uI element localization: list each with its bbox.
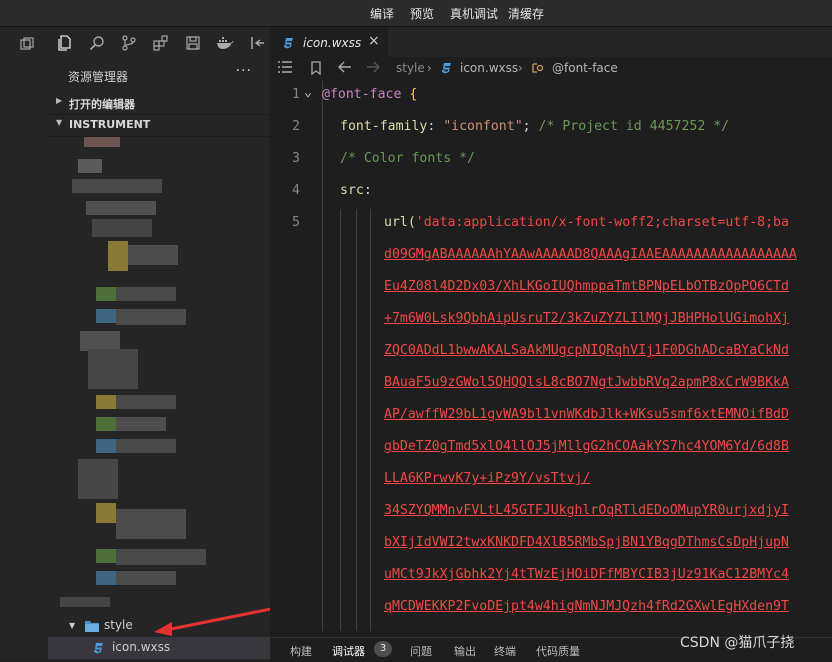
- explorer-panel: 资源管理器 ··· ▶ 打开的编辑器 ▼ INSTRUMENT ▼ style …: [48, 59, 271, 661]
- tab-build[interactable]: 构建: [290, 643, 312, 659]
- section-project[interactable]: ▼ INSTRUMENT: [48, 114, 270, 137]
- breadcrumb: style › icon.wxss › @font-face: [270, 57, 832, 81]
- tab-debugger[interactable]: 调试器: [332, 643, 365, 659]
- code-line: AP/awffW29bL1gvWA9bl1vnWKdbJlk+WKsu5smf6…: [384, 407, 789, 422]
- tab-code-quality[interactable]: 代码质量: [536, 643, 580, 659]
- folder-label: style: [104, 618, 133, 632]
- code-line: +7m6W0Lsk9QbhAipUsruT2/3kZuZYZLIlMQjJBHP…: [384, 311, 789, 326]
- explorer-title: 资源管理器: [68, 70, 129, 84]
- menu-bar: 编译 预览 真机调试 清缓存: [0, 0, 832, 27]
- code-line: src:: [340, 183, 372, 198]
- code-line: d09GMgABAAAAAAhYAAwAAAAAD8QAAAgIAAEAAAAA…: [384, 247, 797, 262]
- forward-arrow-icon[interactable]: [366, 61, 380, 77]
- list-icon[interactable]: [278, 61, 292, 77]
- tab-icon-wxss[interactable]: icon.wxss ×: [270, 27, 388, 58]
- line-number: 5: [292, 215, 300, 230]
- code-line: uMCt9JkXjGbhk2Yj4tTWzEjHOiDFfMBYCIB3jUz9…: [384, 567, 789, 582]
- back-arrow-icon[interactable]: [338, 61, 352, 77]
- code-line: BAuaF5u9zGWol5QHQQlsL8cBO7NgtJwbbRVq2apm…: [384, 375, 789, 390]
- chevron-right-icon: ›: [518, 61, 523, 75]
- close-icon[interactable]: ×: [368, 33, 380, 49]
- code-line: LLA6KPrwvK7y+iPz9Y/vsTtvj/: [384, 471, 591, 486]
- css-file-icon: [282, 36, 294, 53]
- tab-terminal[interactable]: 终端: [494, 643, 516, 659]
- breadcrumb-file[interactable]: icon.wxss: [460, 61, 518, 75]
- search-icon[interactable]: [88, 34, 106, 52]
- extensions-icon[interactable]: [152, 34, 170, 52]
- tab-problems[interactable]: 问题: [410, 643, 432, 659]
- chevron-down-icon: ▼: [69, 621, 76, 630]
- bookmark-icon[interactable]: [310, 61, 322, 79]
- tree-file-icon-wxss[interactable]: icon.wxss: [48, 637, 270, 659]
- code-editor[interactable]: 1 2 3 4 5 ⌄ @font-face { font-family: "i…: [270, 81, 832, 631]
- symbol-icon: [530, 61, 544, 78]
- tab-output[interactable]: 输出: [454, 643, 476, 659]
- code-line: /* Color fonts */: [340, 151, 475, 166]
- tool-row: [48, 27, 270, 59]
- chevron-down-icon: ▼: [56, 118, 63, 127]
- menu-clear-cache[interactable]: 清缓存: [508, 5, 544, 22]
- line-number: 3: [292, 151, 300, 166]
- folder-icon: [84, 619, 100, 636]
- code-line: @font-face {: [322, 87, 418, 102]
- storage-icon[interactable]: [184, 34, 202, 52]
- code-line: 34SZYQMMnvFVLtL45GTFJUkghlrOqRTldEDoOMup…: [384, 503, 789, 518]
- more-actions-icon[interactable]: ···: [236, 63, 252, 79]
- file-label: icon.wxss: [112, 640, 171, 654]
- debugger-count-badge: 3: [374, 641, 392, 657]
- breadcrumb-symbol[interactable]: @font-face: [552, 61, 618, 75]
- window-icon[interactable]: [18, 35, 36, 53]
- menu-preview[interactable]: 预览: [410, 5, 434, 22]
- line-number: 4: [292, 183, 300, 198]
- docker-icon[interactable]: [216, 34, 234, 52]
- section-open-editors[interactable]: ▶ 打开的编辑器: [48, 92, 270, 115]
- line-number: 1: [292, 87, 300, 102]
- code-line: ZQC0ADdL1bwwAKALSaAkMUgcpNIQRqhVIj1F0DGh…: [384, 343, 789, 358]
- breadcrumb-folder[interactable]: style: [396, 61, 425, 75]
- annotation-arrow: [154, 604, 287, 636]
- chevron-right-icon: ▶: [56, 96, 63, 105]
- chevron-right-icon: ›: [427, 61, 432, 75]
- css-file-icon: [92, 641, 104, 658]
- code-line: url('data:application/x-font-woff2;chars…: [384, 215, 789, 230]
- source-control-icon[interactable]: [120, 34, 138, 52]
- activity-bar: [0, 27, 49, 661]
- fold-chevron-icon[interactable]: ⌄: [304, 85, 312, 100]
- menu-compile[interactable]: 编译: [370, 5, 394, 22]
- explorer-files-icon[interactable]: [56, 34, 74, 52]
- project-name: INSTRUMENT: [69, 118, 151, 131]
- debug-step-icon[interactable]: [248, 34, 266, 52]
- code-line: bXIjIdVWI2twxKNKDFD4XlB5RMbSpjBN1YBqgDTh…: [384, 535, 789, 550]
- editor-tab-bar: icon.wxss ×: [270, 27, 832, 58]
- menu-device-debug[interactable]: 真机调试: [450, 5, 498, 22]
- code-line: font-family: "iconfont"; /* Project id 4…: [340, 119, 730, 134]
- code-line: gbDeTZ0gTmd5xlO4llOJ5jMllgG2hCOAakYS7hc4…: [384, 439, 789, 454]
- line-number: 2: [292, 119, 300, 134]
- css-file-icon: [440, 61, 452, 78]
- tab-label: icon.wxss: [303, 36, 362, 50]
- code-line: Eu4Z08l4D2Dx03/XhLKGoIUQhmppaTmtBPNpELbO…: [384, 279, 789, 294]
- watermark: CSDN @猫爪子挠: [680, 635, 795, 651]
- code-line: qMCDWEKKP2FvoDEjpt4w4higNmNJMJQzh4fRd2GX…: [384, 599, 789, 614]
- section-open-editors-label: 打开的编辑器: [69, 98, 135, 111]
